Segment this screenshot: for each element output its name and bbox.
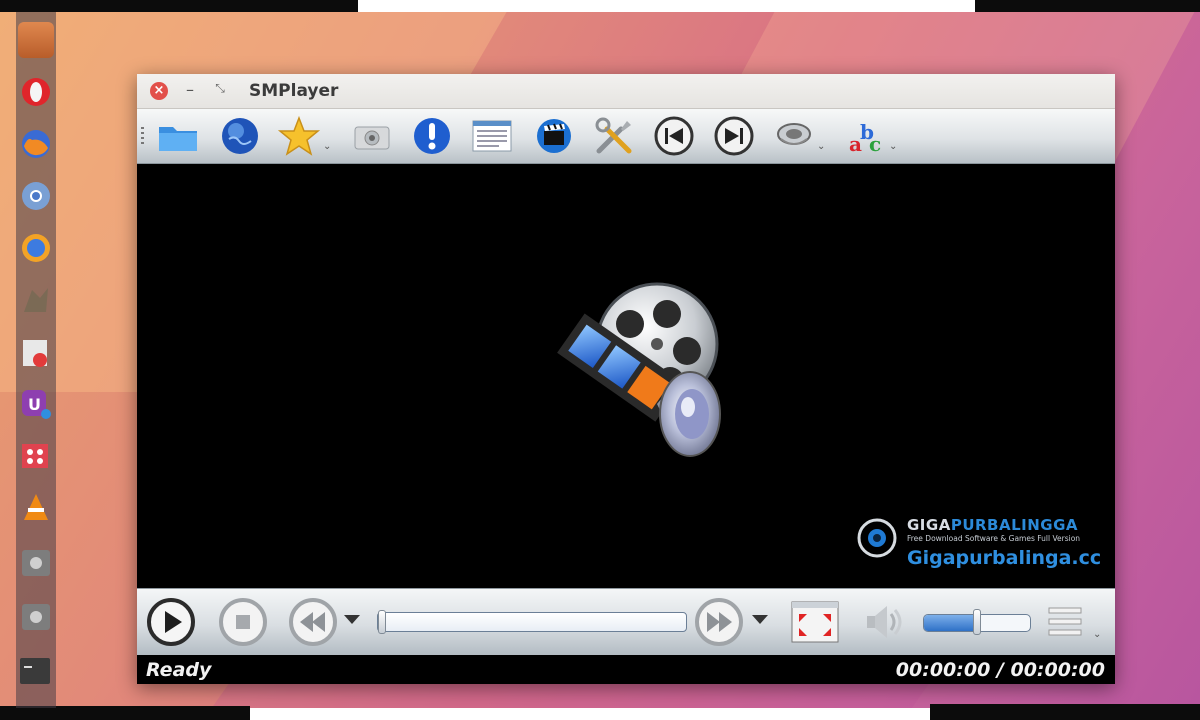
next-button[interactable] — [711, 113, 757, 159]
subtitles-dropdown-icon[interactable]: ⌄ — [889, 141, 897, 152]
svg-text:U: U — [28, 395, 41, 414]
frame-edge — [975, 0, 1200, 12]
hamburger-menu-icon — [1048, 607, 1082, 636]
fast-forward-icon — [695, 598, 743, 646]
watermark-brand: GIGAPURBALINGGA — [907, 516, 1079, 534]
status-bar: Ready 00:00:00 / 00:00:00 — [137, 655, 1115, 684]
app-grid-icon[interactable] — [18, 438, 54, 474]
close-button[interactable]: × — [150, 82, 168, 100]
window-title: SMPlayer — [249, 81, 339, 101]
text-editor-icon[interactable] — [18, 334, 54, 370]
status-text: Ready — [146, 659, 212, 681]
play-button[interactable] — [145, 596, 197, 648]
frame-edge — [0, 0, 358, 12]
folder-icon — [159, 127, 197, 151]
globe-icon — [222, 118, 258, 154]
rewind-button[interactable] — [287, 596, 339, 648]
tools-icon — [595, 117, 632, 154]
svg-text:c: c — [869, 132, 881, 156]
subtitles-abc-icon: a b c — [849, 120, 881, 156]
stop-button[interactable] — [217, 596, 269, 648]
seek-bar[interactable] — [377, 610, 687, 634]
watermark-eye-icon — [857, 518, 897, 558]
time-display: 00:00:00 / 00:00:00 — [895, 659, 1105, 681]
minimize-button[interactable]: – — [183, 80, 197, 99]
forward-button[interactable] — [693, 596, 745, 648]
frame-edge — [930, 704, 1200, 720]
play-icon — [147, 598, 195, 646]
drive-icon[interactable] — [18, 598, 54, 634]
rewind-icon — [289, 598, 337, 646]
video-equalizer-button[interactable] — [531, 113, 577, 159]
video-area[interactable]: GIGAPURBALINGGA Free Download Software &… — [137, 164, 1115, 588]
camera-icon — [354, 126, 390, 150]
frame-edge — [0, 706, 250, 720]
opera-icon[interactable] — [18, 74, 54, 110]
seek-handle[interactable] — [378, 610, 386, 634]
smplayer-window: × – ⤡ SMPlayer ⌄ ⌄ a b c ⌄ GIGAPURBALING… — [137, 74, 1115, 684]
menu-button[interactable] — [1047, 604, 1083, 640]
terminal-icon[interactable] — [18, 652, 54, 688]
exclamation-icon — [414, 118, 450, 154]
speaker-icon — [777, 123, 811, 145]
menu-dropdown-icon[interactable]: ⌄ — [1093, 629, 1101, 640]
audio-track-button[interactable] — [771, 113, 817, 159]
vlc-icon[interactable] — [18, 490, 54, 526]
watermark: GIGAPURBALINGGA Free Download Software &… — [855, 514, 1101, 574]
forward-dropdown-icon[interactable] — [752, 615, 768, 624]
clapperboard-icon — [537, 119, 571, 153]
star-icon — [277, 115, 321, 156]
title-bar: × – ⤡ SMPlayer — [137, 74, 1115, 109]
info-button[interactable] — [409, 113, 455, 159]
volume-fill — [924, 615, 977, 631]
launcher-dock: U — [16, 12, 56, 708]
skip-previous-icon — [654, 116, 694, 156]
mute-button[interactable] — [857, 596, 909, 648]
volume-handle[interactable] — [973, 609, 981, 635]
open-folder-button[interactable] — [155, 113, 201, 159]
drive-icon[interactable] — [18, 544, 54, 580]
watermark-tagline: Free Download Software & Games Full Vers… — [907, 534, 1081, 543]
playlist-icon — [472, 120, 512, 152]
open-url-button[interactable] — [217, 113, 263, 159]
restore-button[interactable]: ⤡ — [213, 81, 227, 96]
gimp-icon[interactable] — [18, 282, 54, 318]
fullscreen-icon — [791, 601, 839, 643]
control-bar: ⌄ — [137, 588, 1115, 655]
firefox-icon[interactable] — [18, 126, 54, 162]
watermark-url: Gigapurbalinga.cc — [907, 547, 1102, 569]
smplayer-logo-icon — [557, 282, 721, 457]
main-toolbar: ⌄ ⌄ a b c ⌄ — [137, 109, 1115, 164]
volume-icon — [867, 606, 902, 638]
chromium-icon[interactable] — [18, 178, 54, 214]
screenshot-button[interactable] — [349, 113, 395, 159]
favorites-dropdown-icon[interactable]: ⌄ — [323, 141, 331, 152]
previous-button[interactable] — [651, 113, 697, 159]
playlist-button[interactable] — [469, 113, 515, 159]
firefox-alt-icon[interactable] — [18, 230, 54, 266]
files-icon[interactable] — [18, 22, 54, 58]
fullscreen-button[interactable] — [789, 596, 841, 648]
ubuntu-software-icon[interactable]: U — [18, 386, 54, 422]
toolbar-grip[interactable] — [141, 127, 144, 145]
preferences-button[interactable] — [591, 113, 637, 159]
audio-dropdown-icon[interactable]: ⌄ — [817, 141, 825, 152]
subtitles-button[interactable]: a b c — [843, 113, 889, 159]
stop-icon — [219, 598, 267, 646]
skip-next-icon — [714, 116, 754, 156]
rewind-dropdown-icon[interactable] — [344, 615, 360, 624]
favorites-button[interactable] — [277, 113, 323, 159]
